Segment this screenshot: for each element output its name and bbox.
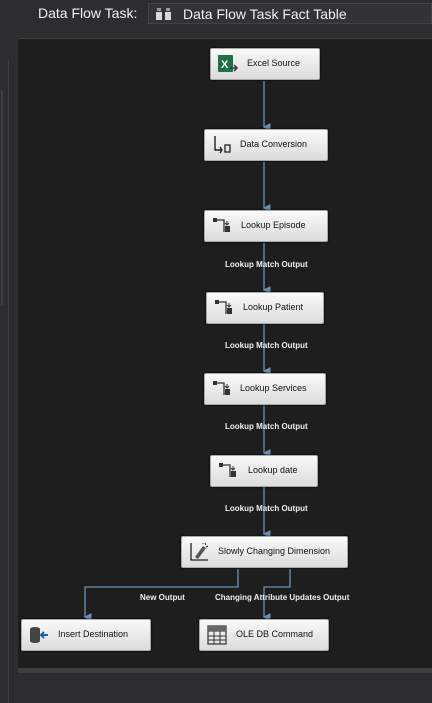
data-flow-canvas[interactable]: X Excel Source Data Conversion Lookup Ep…: [18, 38, 432, 669]
lookup-patient-component[interactable]: Lookup Patient: [206, 292, 324, 324]
lookup-icon: [213, 381, 230, 395]
path-label-lookup-match: Lookup Match Output: [225, 341, 308, 350]
toolbar: Data Flow Task: Data Flow Task Fact Tabl…: [0, 0, 432, 30]
ole-db-command-icon: [207, 625, 227, 645]
path-label-lookup-match: Lookup Match Output: [225, 422, 308, 431]
data-flow-task-icon: [156, 8, 171, 20]
component-label: Excel Source: [247, 58, 301, 68]
rail-divider: [8, 60, 9, 703]
left-rail: [0, 30, 18, 703]
slowly-changing-dimension-icon: [190, 542, 209, 561]
data-conversion-component[interactable]: Data Conversion: [204, 129, 328, 161]
horizontal-scrollbar[interactable]: [18, 668, 432, 673]
ole-db-command-component[interactable]: OLE DB Command: [199, 619, 329, 651]
lookup-date-component[interactable]: Lookup date: [210, 455, 318, 487]
component-label: Slowly Changing Dimension: [218, 546, 331, 556]
path-label-lookup-match: Lookup Match Output: [225, 504, 308, 513]
lookup-icon: [213, 218, 230, 232]
insert-destination-component[interactable]: Insert Destination: [21, 619, 151, 651]
destination-icon: [30, 627, 48, 643]
path-label-new-output: New Output: [140, 593, 185, 602]
lookup-services-component[interactable]: Lookup Services: [204, 373, 326, 405]
svg-text:X: X: [221, 59, 229, 71]
selected-task-text: Data Flow Task Fact Table: [183, 6, 347, 22]
component-label: Data Conversion: [240, 139, 308, 149]
component-label: Lookup Patient: [243, 302, 304, 312]
component-label: Lookup Services: [240, 383, 307, 393]
component-label: OLE DB Command: [236, 629, 314, 639]
lookup-icon: [215, 300, 232, 314]
lookup-icon: [219, 463, 236, 477]
excel-source-component[interactable]: X Excel Source: [210, 48, 320, 80]
slowly-changing-dimension-component[interactable]: Slowly Changing Dimension: [181, 536, 348, 568]
component-label: Lookup date: [248, 465, 298, 475]
component-label: Lookup Episode: [241, 220, 306, 230]
lookup-episode-component[interactable]: Lookup Episode: [204, 210, 328, 242]
data-flow-task-label: Data Flow Task:: [38, 5, 138, 21]
path-label-changing-attribute-updates: Changing Attribute Updates Output: [215, 593, 350, 602]
data-conversion-icon: [214, 136, 231, 154]
path-label-lookup-match: Lookup Match Output: [225, 260, 308, 269]
excel-icon: X: [218, 55, 239, 72]
component-label: Insert Destination: [58, 629, 129, 639]
data-flow-task-dropdown[interactable]: Data Flow Task Fact Table: [148, 3, 432, 24]
rail-scroll-marker: [1, 90, 3, 305]
